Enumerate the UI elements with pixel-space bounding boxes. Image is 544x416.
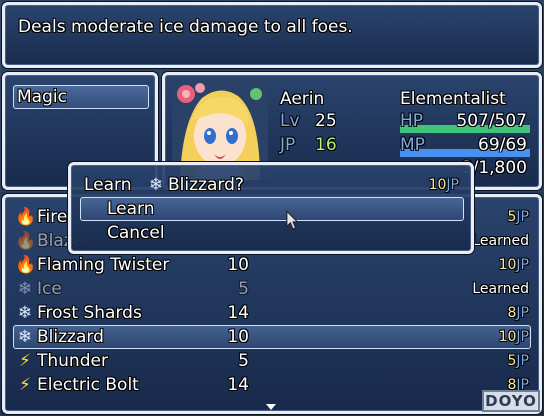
skill-jp-status: Learned <box>472 230 529 252</box>
skill-name: Flaming Twister <box>37 255 170 275</box>
scroll-down-arrow-icon[interactable] <box>266 404 276 410</box>
confirm-cost-unit: JP <box>446 177 459 193</box>
confirm-cost-value: 10 <box>428 177 447 193</box>
skill-jp-status: 5JP <box>508 350 530 372</box>
game-screen: Deals moderate ice damage to all foes. M… <box>0 0 544 416</box>
snowflake-icon: ❄ <box>148 175 164 195</box>
skill-row[interactable]: ❄ Frost Shards 14 8JP <box>5 301 539 325</box>
mouse-pointer-icon <box>286 210 299 230</box>
skill-jp-status: 8JP <box>508 302 530 324</box>
mp-value: 69/69 <box>478 135 527 155</box>
skill-jp-status: 10JP <box>499 254 529 276</box>
learn-option[interactable]: Learn <box>107 198 155 220</box>
help-window: Deals moderate ice damage to all foes. <box>2 2 542 68</box>
skill-jp-unit: JP <box>516 257 529 273</box>
skill-jp-value: Learned <box>472 233 529 249</box>
ice-icon: ❄ <box>17 279 33 299</box>
skill-name: Ice <box>37 279 62 299</box>
jp-value: 16 <box>315 135 337 155</box>
skill-name: Frost Shards <box>37 303 142 323</box>
skill-mp-cost: 5 <box>238 279 249 299</box>
learn-confirm-window: Learn ❄ Blizzard? 10JP Learn Cancel <box>68 162 474 254</box>
skill-row[interactable]: ❄ Ice 5 Learned <box>5 277 539 301</box>
skill-jp-unit: JP <box>516 329 529 345</box>
help-text: Deals moderate ice damage to all foes. <box>18 17 353 37</box>
skill-jp-value: 10 <box>498 257 517 273</box>
skill-row[interactable]: ❄ Blizzard 10 10JP <box>5 325 539 349</box>
skill-mp-cost: 14 <box>227 375 249 395</box>
fire-icon: 🔥 <box>15 207 37 227</box>
skill-jp-status: 10JP <box>499 326 529 348</box>
skill-row[interactable]: 🔥 Flaming Twister 10 10JP <box>5 253 539 277</box>
skill-name: Blizzard <box>37 327 104 347</box>
skill-jp-status: Learned <box>472 278 529 300</box>
cancel-option[interactable]: Cancel <box>107 222 165 244</box>
confirm-prompt-prefix: Learn <box>84 175 132 195</box>
skill-row[interactable]: ⚡ Electric Bolt 14 8JP <box>5 373 539 397</box>
skill-mp-cost: 14 <box>227 303 249 323</box>
ice-icon: ❄ <box>17 327 33 347</box>
level-label: Lv <box>280 111 300 131</box>
ice-icon: ❄ <box>17 303 33 323</box>
skill-name: Fire <box>37 207 68 227</box>
watermark-logo: DOYO <box>482 390 540 412</box>
confirm-skill-name: Blizzard? <box>168 175 244 195</box>
skill-jp-unit: JP <box>516 209 529 225</box>
actor-class: Elementalist <box>400 89 506 109</box>
mp-label: MP <box>400 135 425 155</box>
skill-jp-value: Learned <box>472 281 529 297</box>
confirm-cost: 10JP <box>429 174 459 196</box>
skill-type-magic[interactable]: Magic <box>17 86 67 108</box>
skill-name: Thunder <box>37 351 108 371</box>
hp-value: 507/507 <box>456 111 527 131</box>
skill-jp-value: 10 <box>498 329 517 345</box>
skill-jp-status: 5JP <box>508 206 530 228</box>
level-value: 25 <box>315 111 337 131</box>
fire-icon: 🔥 <box>15 231 37 251</box>
skill-jp-unit: JP <box>516 305 529 321</box>
bolt-icon: ⚡ <box>19 375 31 395</box>
skill-row[interactable]: ⚡ Thunder 5 5JP <box>5 349 539 373</box>
skill-name: Electric Bolt <box>37 375 139 395</box>
actor-name: Aerin <box>280 89 325 109</box>
jp-label: JP <box>280 135 296 155</box>
bolt-icon: ⚡ <box>19 351 31 371</box>
fire-icon: 🔥 <box>15 255 37 275</box>
hp-label: HP <box>400 111 424 131</box>
skill-mp-cost: 10 <box>227 327 249 347</box>
skill-mp-cost: 10 <box>227 255 249 275</box>
skill-mp-cost: 5 <box>238 351 249 371</box>
skill-jp-unit: JP <box>516 353 529 369</box>
